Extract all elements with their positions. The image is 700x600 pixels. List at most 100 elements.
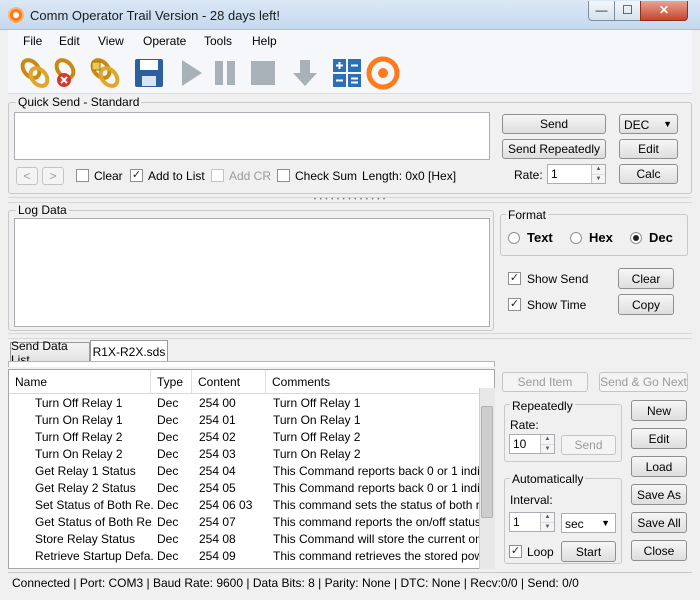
stop-icon[interactable] [246,56,280,90]
clear-checkbox[interactable] [76,169,89,182]
table-row[interactable]: Retrieve Startup Defa... Dec 254 09 This co… [9,548,479,565]
repeat-send-button[interactable]: Send [561,435,616,455]
loop-label: Loop [527,545,554,559]
cell-name: Turn On Relay 1 [35,413,123,427]
menu-view[interactable]: View [98,34,124,48]
tab-r1x-r2x[interactable]: R1X-R2X.sds [90,340,168,362]
calc-button[interactable]: Calc [619,164,678,184]
splitter-top[interactable]: • • • • • • • • • • • • • [8,197,692,203]
history-next-button[interactable]: > [42,167,64,185]
table-row[interactable]: Get Relay 1 Status Dec 254 04 This Command … [9,463,479,480]
col-header-comments[interactable]: Comments [266,370,494,394]
cell-type: Dec [157,413,179,427]
close-list-button[interactable]: Close [631,540,687,561]
add-cr-label: Add CR [229,169,272,183]
send-go-next-button[interactable]: Send & Go Next [599,372,688,392]
loop-checkbox[interactable]: ✓ [509,545,522,558]
cell-type: Dec [157,481,179,495]
play-icon[interactable] [174,56,208,90]
save-all-button[interactable]: Save All [631,512,687,533]
cell-type: Dec [157,464,179,478]
table-row[interactable]: Turn Off Relay 1 Dec 254 00 Turn Off Relay … [9,395,479,412]
table-row[interactable]: Turn On Relay 2 Dec 254 03 Turn On Relay 2 [9,446,479,463]
cell-content: 254 03 [199,447,236,461]
save-icon[interactable] [132,56,166,90]
rate-stepper[interactable]: 1 ▲ ▼ [547,164,606,184]
load-button[interactable]: Load [631,456,687,477]
table-row[interactable]: Set Status of Both Re... Dec 254 06 03 This… [9,497,479,514]
spin-buttons[interactable]: ▲ ▼ [540,513,554,531]
repeat-rate-stepper[interactable]: 10 ▲ ▼ [509,434,555,454]
log-output[interactable] [14,218,490,327]
pause-icon[interactable] [208,56,242,90]
text-radio[interactable] [508,232,520,244]
minimize-button[interactable]: — [588,1,615,21]
edit-button[interactable]: Edit [619,139,678,159]
show-send-checkbox[interactable]: ✓ [508,272,521,285]
cell-content: 254 02 [199,430,236,444]
hex-radio[interactable] [570,232,582,244]
menu-help[interactable]: Help [252,34,277,48]
spin-buttons[interactable]: ▲ ▼ [540,435,554,453]
cell-comments: This Command will store the current on/o… [273,532,479,546]
table-row[interactable]: Get Status of Both Re... Dec 254 07 This co… [9,514,479,531]
col-header-name[interactable]: Name [9,370,151,394]
show-time-checkbox[interactable]: ✓ [508,298,521,311]
chevron-down-icon: ▼ [601,518,610,528]
close-window-button[interactable]: ✕ [640,1,688,21]
save-as-button[interactable]: Save As [631,484,687,505]
cell-content: 254 05 [199,481,236,495]
cell-content: 254 09 [199,549,236,563]
brand-logo-icon[interactable] [366,56,400,90]
table-row[interactable]: Turn On Relay 1 Dec 254 01 Turn On Relay 1 [9,412,479,429]
new-button[interactable]: New [631,400,687,421]
cell-type: Dec [157,549,179,563]
list-edit-button[interactable]: Edit [631,428,687,449]
log-copy-button[interactable]: Copy [618,294,674,315]
menu-file[interactable]: File [23,34,42,48]
chevron-down-icon: ▼ [663,119,672,129]
format-select[interactable]: DEC ▼ [619,114,678,134]
download-arrow-icon[interactable] [288,56,322,90]
table-row[interactable]: Turn Off Relay 2 Dec 254 02 Turn Off Relay … [9,429,479,446]
send-item-button[interactable]: Send Item [502,372,588,392]
repeat-rate-value: 10 [513,437,527,451]
interval-unit-select[interactable]: sec ▼ [561,513,616,533]
menu-edit[interactable]: Edit [59,34,80,48]
disconnect-icon[interactable] [52,56,86,90]
cell-type: Dec [157,396,179,410]
maximize-button[interactable]: ☐ [614,1,641,21]
start-button[interactable]: Start [561,541,616,562]
add-to-list-checkbox[interactable]: ✓ [130,169,143,182]
interval-unit-value: sec [565,517,584,531]
hex-radio-label: Hex [589,230,613,245]
col-header-type[interactable]: Type [151,370,192,394]
quick-send-input[interactable] [14,112,490,160]
table-scroll-thumb[interactable] [481,406,493,518]
add-cr-checkbox[interactable] [211,169,224,182]
menu-operate[interactable]: Operate [143,34,186,48]
send-repeatedly-button[interactable]: Send Repeatedly [502,139,606,159]
splitter-bottom[interactable] [8,333,692,339]
cell-name: Turn On Relay 2 [35,447,123,461]
connection-settings-icon[interactable] [88,56,122,90]
length-readout: Length: 0x0 [Hex] [362,169,457,183]
cell-name: Turn Off Relay 2 [35,430,123,444]
history-prev-button[interactable]: < [16,167,38,185]
repeatedly-label: Repeatedly [510,399,575,413]
spin-buttons[interactable]: ▲ ▼ [591,165,605,183]
table-row[interactable]: Store Relay Status Dec 254 08 This Command … [9,531,479,548]
col-header-content[interactable]: Content [192,370,266,394]
check-sum-checkbox[interactable] [277,169,290,182]
dec-radio[interactable] [630,232,642,244]
rate-value: 1 [551,167,558,181]
connect-icon[interactable] [18,56,52,90]
tab-send-data-list[interactable]: Send Data List [10,339,90,367]
calculator-icon[interactable] [330,56,364,90]
log-clear-button[interactable]: Clear [618,268,674,289]
menu-tools[interactable]: Tools [204,34,232,48]
send-button[interactable]: Send [502,114,606,134]
interval-stepper[interactable]: 1 ▲ ▼ [509,512,555,532]
clear-label: Clear [94,169,123,183]
table-row[interactable]: Get Relay 2 Status Dec 254 05 This Command … [9,480,479,497]
